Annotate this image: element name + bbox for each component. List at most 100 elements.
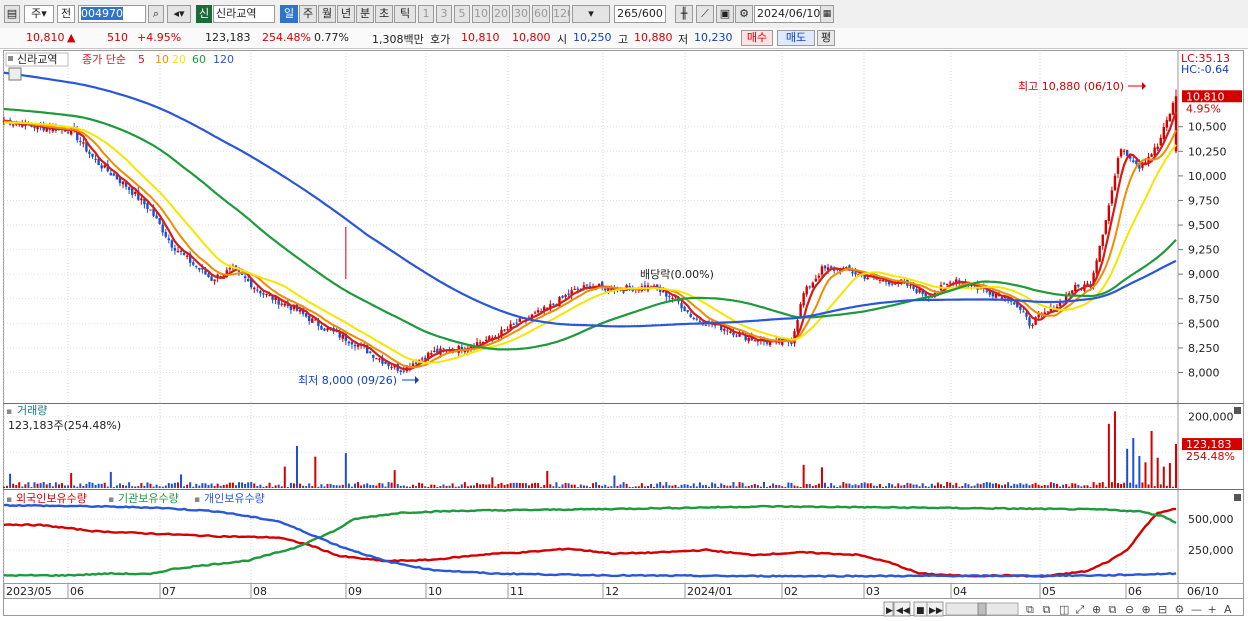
interval-tab-30[interactable]: 30 xyxy=(512,5,530,23)
volume-bar-199 xyxy=(610,486,613,488)
candle-body-264 xyxy=(808,286,811,288)
indicator-icon[interactable]: ╫ xyxy=(675,5,693,23)
candle-body-174 xyxy=(533,312,537,314)
save-icon[interactable]: ▣ xyxy=(716,5,734,23)
calendar-icon[interactable]: ▦ xyxy=(820,5,834,23)
period-tab-3[interactable]: 년 xyxy=(337,5,355,23)
interval-dropdown[interactable]: ▾ xyxy=(572,5,610,23)
volume-bar-335 xyxy=(1025,483,1028,488)
volume-bar-384 xyxy=(1175,444,1177,488)
volume-bar-119 xyxy=(366,483,369,488)
speaker-icon[interactable]: ◂▾ xyxy=(167,5,191,23)
chart-tool-icon-11[interactable]: + xyxy=(1208,603,1217,616)
hold-line-1 xyxy=(3,504,1177,578)
hold-line-2 xyxy=(3,503,1177,578)
volume-bar-323 xyxy=(988,482,991,488)
candle-body-371 xyxy=(1135,160,1138,164)
period-tab-6[interactable]: 틱 xyxy=(394,5,416,23)
interval-tab-1[interactable]: 1 xyxy=(418,5,434,23)
stock-chart[interactable]: 2023/05 06 07 08 09 10 11 12 2024/01 02 03 04 05 06 06… xyxy=(0,50,1248,621)
interval-tab-20[interactable]: 20 xyxy=(492,5,510,23)
volume-bar-83 xyxy=(256,486,259,488)
gear-icon[interactable]: ⚙ xyxy=(735,5,753,23)
volume-bar-247 xyxy=(756,484,759,488)
chart-tool-icon-0[interactable]: ⧉ xyxy=(1026,603,1034,616)
volume-bar-362 xyxy=(1107,423,1110,488)
interval-tab-3[interactable]: 3 xyxy=(436,5,452,23)
chart-tool-icon-1[interactable]: ⧉ xyxy=(1043,603,1051,616)
candle-body-48 xyxy=(149,209,152,211)
credit-badge: 신 xyxy=(196,5,212,23)
volume-bar-85 xyxy=(262,486,265,488)
volume-bar-250 xyxy=(766,486,769,488)
low-arrow-head xyxy=(415,376,419,384)
chart-tool-icon-7[interactable]: ⊕ xyxy=(1142,603,1151,616)
sell-button[interactable]: 매도 xyxy=(777,30,815,46)
period-tab-0[interactable]: 일 xyxy=(280,5,298,23)
interval-tab-5[interactable]: 5 xyxy=(454,5,470,23)
count-field[interactable]: 265/600 xyxy=(614,5,666,23)
volume-bar-60 xyxy=(186,484,189,488)
high-annotation: 최고 10,880 (06/10) xyxy=(1018,80,1124,93)
volume-bar-240 xyxy=(735,486,738,488)
interval-tab-60[interactable]: 60 xyxy=(532,5,550,23)
volume-bar-149 xyxy=(457,486,460,488)
chart-tool-icon-3[interactable]: ⤢ xyxy=(1076,603,1085,616)
candle-body-260 xyxy=(796,319,799,332)
search-icon[interactable]: ⌕ xyxy=(148,5,164,23)
volume-bar-374 xyxy=(1144,462,1147,488)
window-icon[interactable]: ▤ xyxy=(4,5,20,23)
prev-button[interactable]: 전 xyxy=(57,5,75,23)
hc-label: HC:-0.64 xyxy=(1181,63,1229,76)
chart-tool-icon-12[interactable]: A xyxy=(1224,603,1232,616)
volume-bar-92 xyxy=(283,466,286,488)
chart-tool-icon-5[interactable]: ⧉ xyxy=(1109,603,1117,616)
price-title: 신라교역 xyxy=(17,53,57,66)
volume-bar-376 xyxy=(1150,430,1153,488)
high-arrow-head xyxy=(1142,82,1146,90)
volume-bar-57 xyxy=(176,482,179,488)
market-type-select[interactable]: 주▾ xyxy=(24,5,54,23)
x-end-label: 06/10 xyxy=(1187,585,1219,598)
volume-bar-298 xyxy=(912,484,915,488)
interval-tab-10[interactable]: 10 xyxy=(472,5,490,23)
volume-bar-318 xyxy=(973,485,976,488)
period-tab-5[interactable]: 초 xyxy=(375,5,393,23)
chart-tool-icon-8[interactable]: ⊟ xyxy=(1158,603,1167,616)
volume-bar-324 xyxy=(991,483,994,488)
buy-button[interactable]: 매수 xyxy=(741,30,773,46)
volume-bar-80 xyxy=(247,482,250,488)
x-tick-label-6: 11 xyxy=(510,585,524,598)
chart-tool-icon-6[interactable]: ⊖ xyxy=(1125,603,1134,616)
interval-tab-120[interactable]: 120 xyxy=(552,5,570,23)
candle-body-79 xyxy=(243,276,247,279)
date-value: 2024/06/10 xyxy=(757,7,821,20)
candle-body-113 xyxy=(347,341,351,344)
scroll-thumb[interactable] xyxy=(977,602,987,616)
period-tab-2[interactable]: 월 xyxy=(318,5,336,23)
eval-button[interactable]: 평 xyxy=(817,30,835,46)
stock-code-input[interactable]: 004970 xyxy=(78,5,146,23)
candle-body-350 xyxy=(1071,290,1074,294)
chart-tool-icon-2[interactable]: ◫ xyxy=(1059,603,1069,616)
volume-bar-134 xyxy=(411,484,414,488)
period-tab-1[interactable]: 주 xyxy=(299,5,317,23)
period-tab-4[interactable]: 분 xyxy=(356,5,374,23)
volume-bar-314 xyxy=(961,485,964,488)
volume-bar-379 xyxy=(1159,484,1162,488)
volume-bar-152 xyxy=(466,486,469,488)
draw-tool-icon[interactable]: ⟋ xyxy=(696,5,714,23)
candle-body-324 xyxy=(991,292,995,297)
volume-bar-326 xyxy=(997,484,1000,488)
volume-bar-311 xyxy=(952,485,955,488)
chart-tool-icon-10[interactable]: — xyxy=(1191,603,1202,616)
volume-bar-163 xyxy=(500,482,503,488)
chart-tool-icon-4[interactable]: ⊕ xyxy=(1092,603,1101,616)
candle-body-351 xyxy=(1074,285,1077,292)
count-value: 265 xyxy=(617,7,639,20)
volume-bar-181 xyxy=(555,482,558,488)
chart-tool-icon-9[interactable]: ⚙ xyxy=(1175,603,1185,616)
volume-bar-127 xyxy=(390,482,393,488)
volume-bar-159 xyxy=(488,484,491,488)
volume-bar-158 xyxy=(485,484,488,488)
